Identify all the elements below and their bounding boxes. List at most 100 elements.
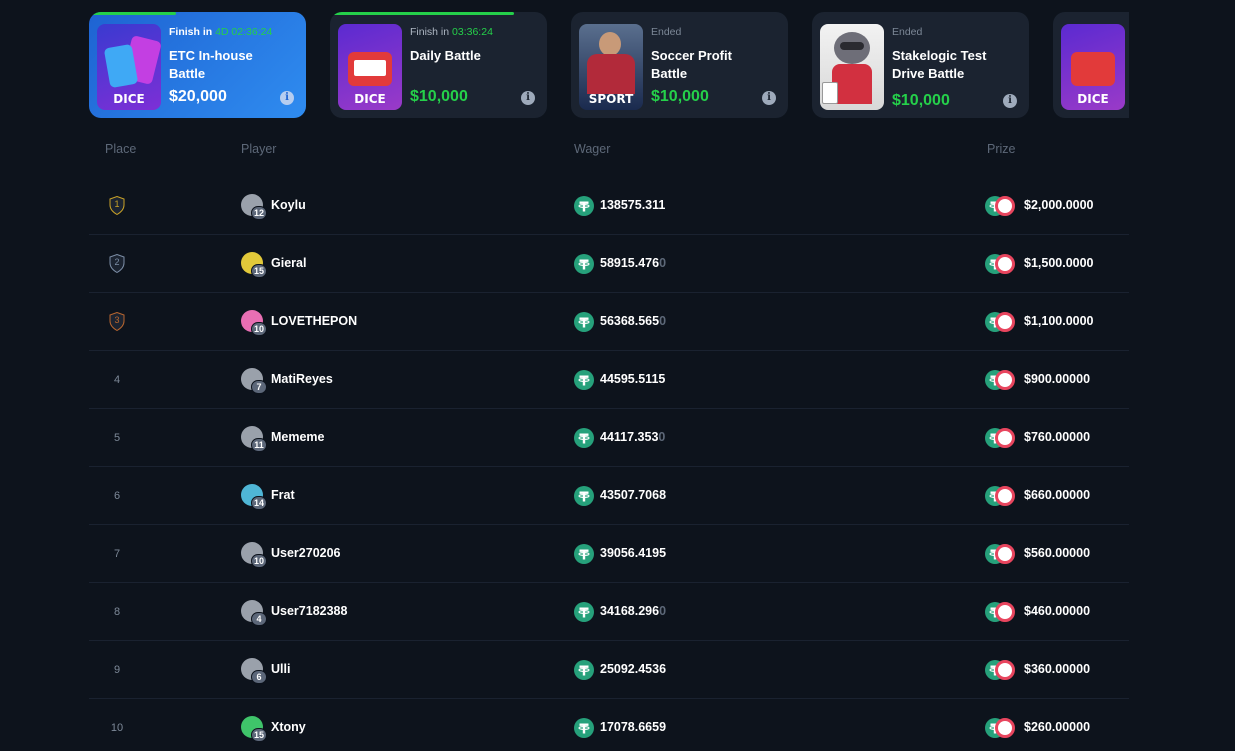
- bonus-coin-icon: [995, 602, 1015, 622]
- rank-shield-icon: 3: [109, 312, 125, 331]
- header-place: Place: [105, 142, 137, 156]
- battle-thumbnail: DICE: [338, 24, 402, 110]
- info-icon[interactable]: i: [762, 91, 776, 105]
- player-name[interactable]: Koylu: [271, 198, 306, 212]
- header-prize: Prize: [987, 142, 1016, 156]
- prize-value: $900.00000: [1024, 372, 1091, 386]
- battle-amount: $10,000: [410, 88, 468, 105]
- table-row: 2 15 Gieral 58915.4760 $1,500.0000: [89, 235, 1129, 293]
- prize-value: $260.00000: [1024, 720, 1091, 734]
- battle-card-stakelogic[interactable]: Ended Stakelogic Test Drive Battle $10,0…: [812, 12, 1029, 118]
- wager-value: 25092.4536: [600, 662, 667, 676]
- wager-value: 44595.5115: [600, 372, 666, 386]
- table-row: 7 10 User270206 39056.4195 $560.00000: [89, 525, 1129, 583]
- place-number: 10: [110, 722, 124, 734]
- tether-coin-icon: [574, 312, 594, 332]
- battle-thumbnail: SPORT: [579, 24, 643, 110]
- slot-machine-art: [1071, 52, 1115, 86]
- place-number: 6: [113, 490, 121, 502]
- thumb-label: DICE: [1077, 92, 1109, 106]
- table-row: 1 12 Koylu 138575.311 $2,000.0000: [89, 177, 1129, 235]
- level-badge: 10: [251, 554, 268, 568]
- place-number: 4: [113, 374, 121, 386]
- info-icon[interactable]: i: [521, 91, 535, 105]
- player-name[interactable]: LOVETHEPON: [271, 314, 357, 328]
- player-name[interactable]: Gieral: [271, 256, 306, 270]
- player-name[interactable]: Frat: [271, 488, 295, 502]
- level-badge: 14: [251, 496, 268, 510]
- level-badge: 4: [251, 612, 267, 626]
- bonus-coin-icon: [995, 254, 1015, 274]
- player-name[interactable]: Mememe: [271, 430, 325, 444]
- battle-title: Soccer Profit Battle: [651, 48, 732, 81]
- battle-thumbnail: DICE: [97, 24, 161, 110]
- table-row: 4 7 MatiReyes 44595.5115 $900.00000: [89, 351, 1129, 409]
- tether-coin-icon: [574, 718, 594, 738]
- battle-amount: $20,000: [169, 88, 227, 105]
- place-number: 2: [114, 257, 120, 267]
- leaderboard-table: 1 12 Koylu 138575.311 $2,000.0000 2 15 Gieral 58…: [89, 177, 1129, 751]
- bonus-coin-icon: [995, 718, 1015, 738]
- prize-value: $460.00000: [1024, 604, 1091, 618]
- prize-value: $760.00000: [1024, 430, 1091, 444]
- battle-progress-bar: [89, 12, 176, 15]
- playing-card-art: [822, 82, 838, 104]
- level-badge: 15: [251, 728, 268, 742]
- wager-value: 44117.3530: [600, 430, 666, 444]
- bonus-coin-icon: [995, 544, 1015, 564]
- battle-status: Ended: [892, 26, 923, 38]
- info-icon[interactable]: i: [280, 91, 294, 105]
- place-number: 9: [113, 664, 121, 676]
- player-name[interactable]: User270206: [271, 546, 341, 560]
- player-name[interactable]: Xtony: [271, 720, 306, 734]
- level-badge: 10: [251, 322, 268, 336]
- prize-value: $360.00000: [1024, 662, 1091, 676]
- bonus-coin-icon: [995, 486, 1015, 506]
- prize-value: $560.00000: [1024, 546, 1091, 560]
- wager-value: 34168.2960: [600, 604, 667, 618]
- battle-card-partial[interactable]: DICE: [1053, 12, 1129, 118]
- player-name[interactable]: MatiReyes: [271, 372, 333, 386]
- wager-value: 56368.5650: [600, 314, 667, 328]
- table-row: 5 11 Mememe 44117.3530 $760.00000: [89, 409, 1129, 467]
- player-name[interactable]: Ulli: [271, 662, 290, 676]
- battle-timer: 4D 02:36:24: [215, 26, 273, 38]
- tether-coin-icon: [574, 370, 594, 390]
- battle-status: Finish in 03:36:24: [410, 26, 493, 38]
- battle-amount: $10,000: [651, 88, 709, 105]
- battle-title: Daily Battle: [410, 48, 481, 63]
- table-row: 6 14 Frat 43507.7068 $660.00000: [89, 467, 1129, 525]
- raccoon-shirt-art: [832, 64, 872, 104]
- table-row: 10 15 Xtony 17078.6659 $260.00000: [89, 699, 1129, 751]
- place-number: 5: [113, 432, 121, 444]
- prize-value: $660.00000: [1024, 488, 1091, 502]
- tether-coin-icon: [574, 254, 594, 274]
- place-number: 3: [114, 315, 120, 325]
- battle-amount: $10,000: [892, 92, 950, 109]
- rank-shield-icon: 1: [109, 196, 125, 215]
- bonus-coin-icon: [995, 370, 1015, 390]
- table-row: 9 6 Ulli 25092.4536 $360.00000: [89, 641, 1129, 699]
- tether-coin-icon: [574, 486, 594, 506]
- battle-card-soccer[interactable]: SPORT Ended Soccer Profit Battle $10,000…: [571, 12, 788, 118]
- player-name[interactable]: User7182388: [271, 604, 347, 618]
- battle-status: Finish in 4D 02:36:24: [169, 26, 273, 38]
- prize-value: $2,000.0000: [1024, 198, 1094, 212]
- level-badge: 6: [251, 670, 267, 684]
- wager-value: 138575.311: [600, 198, 666, 212]
- player-shirt-art: [587, 54, 635, 94]
- tether-coin-icon: [574, 196, 594, 216]
- rank-shield-icon: 2: [109, 254, 125, 273]
- battle-card-etc[interactable]: DICE Finish in 4D 02:36:24 ETC In-house …: [89, 12, 306, 118]
- bonus-coin-icon: [995, 428, 1015, 448]
- level-badge: 7: [251, 380, 267, 394]
- battle-thumbnail: DICE: [1061, 24, 1125, 110]
- header-wager: Wager: [574, 142, 611, 156]
- leaderboard-header: Place Player Wager Prize: [0, 142, 1235, 158]
- info-icon[interactable]: i: [1003, 94, 1017, 108]
- wager-value: 43507.7068: [600, 488, 667, 502]
- tether-coin-icon: [574, 602, 594, 622]
- battle-card-daily[interactable]: DICE Finish in 03:36:24 Daily Battle $10…: [330, 12, 547, 118]
- prize-value: $1,100.0000: [1024, 314, 1094, 328]
- table-row: 8 4 User7182388 34168.2960 $460.00000: [89, 583, 1129, 641]
